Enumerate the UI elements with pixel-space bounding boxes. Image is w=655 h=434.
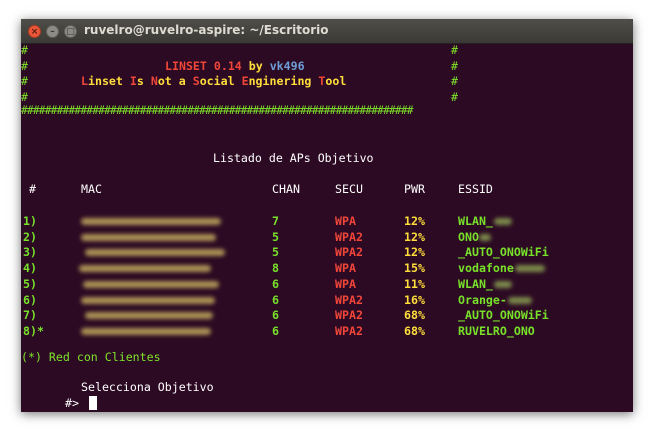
window-title: ruvelro@ruvelro-aspire: ~/Escritorio xyxy=(84,23,329,37)
acronym-letter: N xyxy=(150,74,158,88)
col-header-mac: MAC xyxy=(81,182,102,196)
acronym-letter: L xyxy=(81,74,88,88)
acronym-rest: inset xyxy=(87,74,130,88)
row-security: WPA xyxy=(335,261,356,276)
essid-redacted xyxy=(507,296,532,304)
col-header-pwr: PWR xyxy=(404,182,425,196)
row-security: WPA xyxy=(335,276,356,291)
row-number: 5) xyxy=(23,276,37,291)
banner-edge: # xyxy=(451,59,458,73)
mac-redacted xyxy=(79,265,211,273)
essid-redacted xyxy=(493,218,512,225)
col-header-essid: ESSID xyxy=(458,182,493,196)
minimize-icon[interactable]: – xyxy=(46,25,59,38)
table-title: Listado de APs Objetivo xyxy=(213,151,374,165)
row-essid: ONO xyxy=(458,229,479,244)
row-channel: 6 xyxy=(272,292,279,307)
row-number: 8)* xyxy=(23,323,44,338)
row-channel: 7 xyxy=(272,214,279,228)
banner-hash-row: ########################################… xyxy=(21,104,414,117)
mac-redacted xyxy=(81,296,215,304)
terminal-window: × – □ ruvelro@ruvelro-aspire: ~/Escritor… xyxy=(21,19,633,412)
row-power: 15% xyxy=(404,261,425,276)
acronym-letter: I xyxy=(129,74,137,88)
row-security: WPA2 xyxy=(335,292,363,307)
row-security: WPA2 xyxy=(335,245,363,260)
text-cursor[interactable] xyxy=(89,396,97,410)
acronym-rest: ot a xyxy=(157,74,193,88)
mac-redacted xyxy=(85,312,213,320)
row-number: 3) xyxy=(23,245,37,260)
acronym-letter: E xyxy=(241,74,249,88)
row-number: 6) xyxy=(23,292,37,307)
terminal-area[interactable]: # # # LINSET 0.14 by vk496 # # Linset Is… xyxy=(21,43,633,412)
row-essid: RUVELRO_ONO xyxy=(458,323,535,338)
row-essid: _AUTO_ONOWiFi xyxy=(458,245,549,260)
mac-redacted xyxy=(81,233,216,241)
row-power: 12% xyxy=(404,214,425,228)
row-power: 11% xyxy=(404,276,425,291)
banner-title: LINSET 0.14 by vk496 xyxy=(165,59,305,73)
acronym-rest: ocial xyxy=(199,74,242,88)
row-essid: WLAN_ xyxy=(458,276,493,291)
acronym-letter: S xyxy=(192,74,200,88)
banner-edge: # xyxy=(21,59,28,73)
row-essid: Orange- xyxy=(458,292,507,307)
row-channel: 6 xyxy=(272,323,279,338)
mac-redacted xyxy=(81,218,221,225)
row-channel: 5 xyxy=(272,245,279,260)
row-security: WPA2 xyxy=(335,323,363,338)
row-security: WPA2 xyxy=(335,229,363,244)
row-power: 68% xyxy=(404,308,425,323)
row-channel: 8 xyxy=(272,261,279,276)
row-essid: WLAN_ xyxy=(458,214,493,228)
row-number: 2) xyxy=(23,229,37,244)
maximize-icon[interactable]: □ xyxy=(64,25,77,38)
banner-edge: # xyxy=(21,43,28,57)
row-power: 68% xyxy=(404,323,425,338)
row-security: WPA xyxy=(335,214,356,228)
row-number: 7) xyxy=(23,308,37,323)
banner-edge: # xyxy=(451,74,458,88)
acronym-rest: nginering xyxy=(248,74,319,88)
acronym-rest: ool xyxy=(325,74,347,88)
row-channel: 6 xyxy=(272,276,279,291)
title-bar[interactable]: × – □ ruvelro@ruvelro-aspire: ~/Escritor… xyxy=(21,19,633,44)
title-by: by xyxy=(241,59,270,73)
col-header-num: # xyxy=(29,182,36,196)
row-channel: 6 xyxy=(272,308,279,323)
banner-edge: # xyxy=(21,90,28,104)
banner-edge: # xyxy=(451,90,458,104)
col-header-secu: SECU xyxy=(335,182,363,196)
col-header-chan: CHAN xyxy=(272,182,300,196)
row-essid: vodafone xyxy=(458,261,514,276)
essid-redacted xyxy=(479,233,492,241)
acronym-rest: s xyxy=(136,74,151,88)
row-channel: 5 xyxy=(272,229,279,244)
row-essid: _AUTO_ONOWiFi xyxy=(458,308,549,323)
app-author: vk496 xyxy=(269,59,305,73)
mac-redacted xyxy=(83,280,219,288)
row-number: 4) xyxy=(23,261,37,276)
essid-redacted xyxy=(493,280,512,288)
banner-edge: # xyxy=(451,43,458,57)
row-number: 1) xyxy=(23,214,37,228)
essid-redacted xyxy=(514,265,545,273)
row-power: 12% xyxy=(404,229,425,244)
row-power: 16% xyxy=(404,292,425,307)
select-prompt: Selecciona Objetivo xyxy=(81,380,214,394)
clients-note: (*) Red con Clientes xyxy=(21,350,161,364)
mac-redacted xyxy=(81,327,211,335)
mac-redacted xyxy=(85,249,225,257)
row-security: WPA2 xyxy=(335,308,363,323)
app-name: LINSET 0.14 xyxy=(165,59,242,73)
banner-acronym: Linset Is Not a Social Enginering Tool xyxy=(81,74,346,88)
close-icon[interactable]: × xyxy=(28,25,41,38)
banner-edge: # xyxy=(21,74,28,88)
row-power: 12% xyxy=(404,245,425,260)
input-prompt: #> xyxy=(65,396,79,410)
